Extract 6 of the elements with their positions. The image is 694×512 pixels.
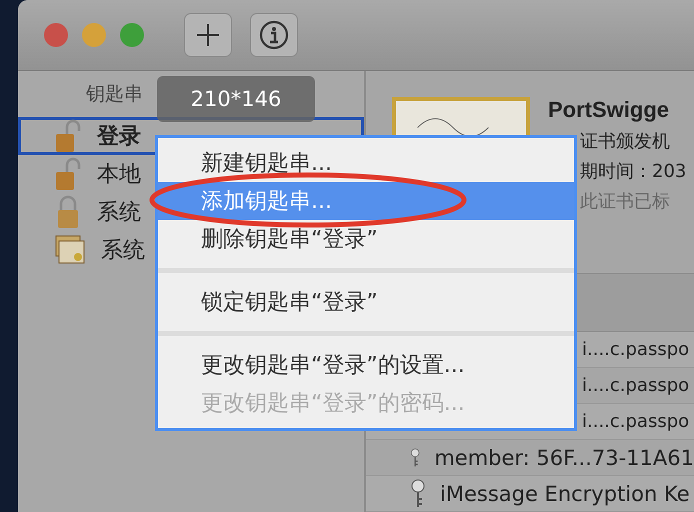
certificate-info-text: 期时间：203: [579, 160, 686, 183]
certificate-info-text: 此证书已标: [579, 190, 671, 213]
certificate-info-text: 证书颁发机: [579, 130, 671, 153]
certificate-title: PortSwigge: [547, 97, 670, 123]
sidebar-header: 钥匙串: [86, 82, 143, 107]
size-badge: 210*146: [157, 76, 315, 122]
